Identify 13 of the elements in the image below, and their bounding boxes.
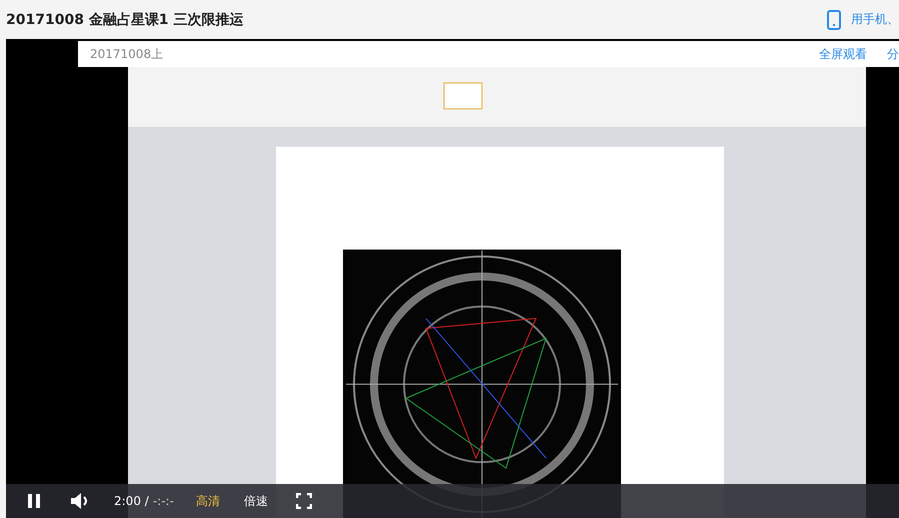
speed-button[interactable]: 倍速 bbox=[244, 492, 268, 510]
pause-icon bbox=[27, 493, 41, 509]
duration: -:-:- bbox=[152, 494, 174, 508]
current-time: 2:00 / bbox=[114, 494, 149, 508]
phone-icon bbox=[827, 10, 841, 30]
fullscreen-icon bbox=[296, 493, 312, 509]
quality-button[interactable]: 高清 bbox=[196, 492, 220, 510]
mobile-link[interactable]: 用手机、 bbox=[827, 10, 899, 30]
speaker-icon bbox=[70, 492, 90, 510]
episode-title: 20171008上 bbox=[90, 46, 164, 62]
share-link[interactable]: 分 bbox=[887, 46, 899, 62]
video-title: 20171008 金融占星课1 三次限推运 bbox=[6, 10, 244, 28]
fullscreen-link[interactable]: 全屏观看 bbox=[819, 46, 867, 62]
